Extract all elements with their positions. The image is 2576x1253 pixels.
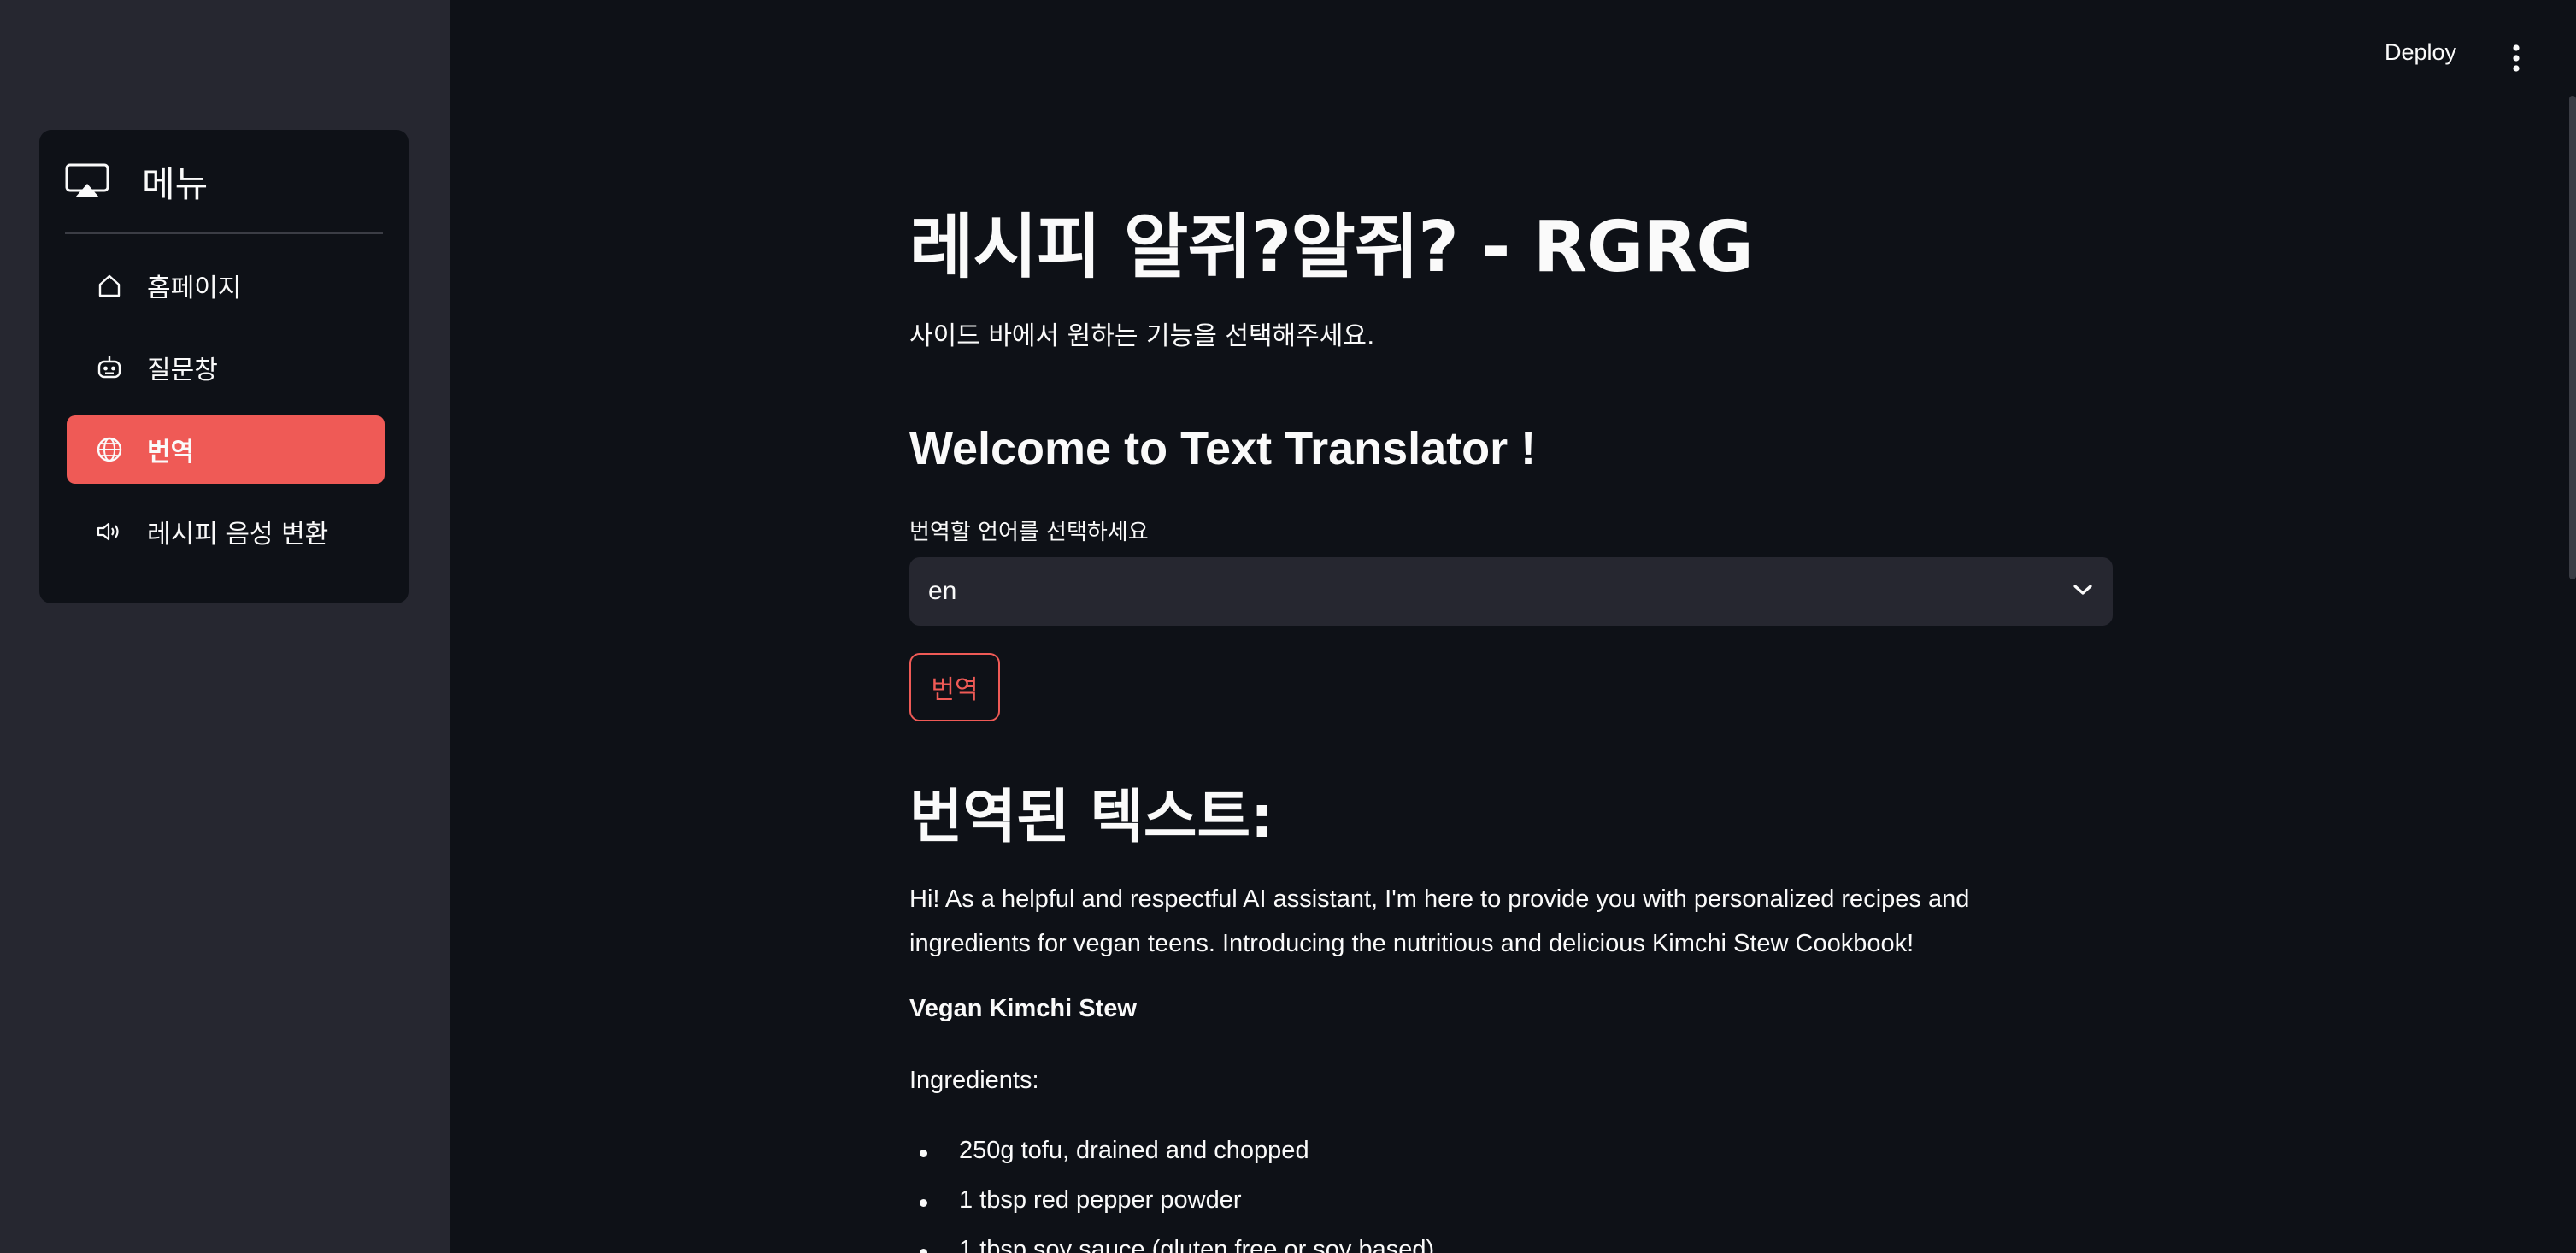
scrollbar[interactable] <box>2569 96 2576 579</box>
language-select-value: en <box>928 577 957 605</box>
speaker-icon <box>94 516 125 547</box>
translated-paragraph: Hi! As a helpful and respectful AI assis… <box>909 885 1970 957</box>
menu-divider <box>65 232 383 234</box>
sidebar-item-chat[interactable]: 질문창 <box>67 333 385 402</box>
translate-button[interactable]: 번역 <box>909 653 1000 721</box>
list-item: 1 tbsp red pepper powder <box>909 1186 1434 1236</box>
kebab-menu-icon[interactable] <box>2506 41 2526 75</box>
language-select[interactable]: en <box>909 557 2113 626</box>
chevron-down-icon <box>2072 582 2094 601</box>
sidebar: 메뉴 홈페이지 질문창 번역 레시피 음성 변환 <box>0 0 450 1253</box>
globe-icon <box>94 434 125 465</box>
menu-header: 메뉴 <box>65 156 383 207</box>
sidebar-item-home[interactable]: 홈페이지 <box>67 251 385 320</box>
sidebar-item-label: 레시피 음성 변환 <box>147 520 329 550</box>
result-heading: 번역된 텍스트: <box>909 784 1274 851</box>
recipe-title: Vegan Kimchi Stew <box>909 995 1137 1022</box>
house-icon <box>94 270 125 301</box>
page-title: 레시피 알쥐?알쥐? - RGRG <box>909 207 1754 288</box>
sidebar-item-recipe-tts[interactable]: 레시피 음성 변환 <box>67 497 385 566</box>
sidebar-item-label: 질문창 <box>147 356 218 385</box>
list-item: 1 tbsp soy sauce (gluten free or soy bas… <box>909 1236 1434 1253</box>
list-item: 250g tofu, drained and chopped <box>909 1137 1434 1186</box>
sidebar-item-translate[interactable]: 번역 <box>67 415 385 484</box>
sidebar-item-label: 번역 <box>147 438 195 468</box>
app-window: 메뉴 홈페이지 질문창 번역 레시피 음성 변환 Deploy 레시피 알쥐?알… <box>0 0 2576 1253</box>
option-menu: 메뉴 홈페이지 질문창 번역 레시피 음성 변환 <box>39 130 409 603</box>
section-heading: Welcome to Text Translator ! <box>909 423 1537 474</box>
menu-title: 메뉴 <box>142 162 209 205</box>
language-select-label: 번역할 언어를 선택하세요 <box>909 520 1149 545</box>
deploy-button[interactable]: Deploy <box>2385 39 2456 66</box>
ingredients-list: 250g tofu, drained and chopped 1 tbsp re… <box>909 1137 1434 1253</box>
robot-icon <box>94 352 125 383</box>
page-subtitle: 사이드 바에서 원하는 기능을 선택해주세요. <box>909 321 1375 351</box>
ingredients-label: Ingredients: <box>909 1067 1039 1094</box>
sidebar-item-label: 홈페이지 <box>147 274 242 303</box>
airplay-icon <box>65 157 113 205</box>
